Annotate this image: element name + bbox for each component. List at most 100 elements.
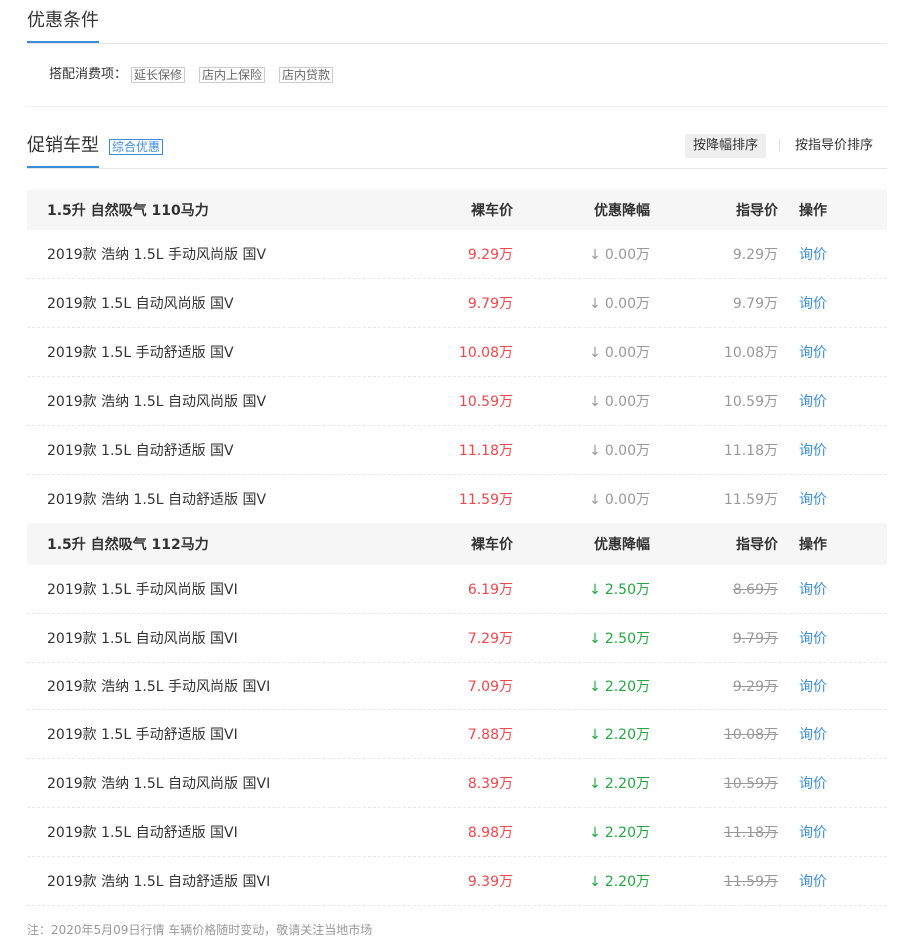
row-discount: ↓ 0.00万: [589, 394, 650, 410]
inquire-link[interactable]: 询价: [778, 342, 848, 362]
header-price: 裸车价: [471, 537, 513, 553]
group-name: 1.5升 自然吸气 110马力: [47, 203, 209, 219]
row-discount: ↓ 0.00万: [589, 345, 650, 361]
row-name: 2019款 浩纳 1.5L 自动风尚版 国V: [47, 394, 267, 410]
header-guide: 指导价: [736, 203, 778, 219]
table-row: 2019款 浩纳 1.5L 手动风尚版 国VI 7.09万 ↓ 2.20万 9.2…: [27, 663, 887, 710]
arrow-down-icon: ↓: [589, 825, 601, 841]
divider: [27, 43, 887, 44]
row-price: 8.98万: [467, 825, 513, 841]
table-row: 2019款 浩纳 1.5L 自动舒适版 国VI 9.39万 ↓ 2.20万 11.…: [27, 857, 887, 906]
table-row: 2019款 1.5L 自动风尚版 国V 9.79万 ↓ 0.00万 9.79万 询…: [27, 279, 887, 328]
row-guide: 11.59万: [723, 874, 778, 890]
row-price: 10.08万: [458, 345, 513, 361]
inquire-link[interactable]: 询价: [778, 391, 848, 411]
arrow-down-icon: ↓: [589, 776, 601, 792]
arrow-down-icon: ↓: [589, 345, 601, 361]
header-action: 操作: [799, 537, 827, 553]
inquire-link[interactable]: 询价: [778, 676, 848, 696]
row-price: 6.19万: [467, 582, 513, 598]
row-guide: 10.08万: [723, 727, 778, 743]
row-guide: 11.18万: [723, 443, 778, 459]
inquire-link[interactable]: 询价: [778, 773, 848, 793]
row-price: 9.29万: [467, 247, 513, 263]
row-price: 9.39万: [467, 874, 513, 890]
table-row: 2019款 1.5L 手动舒适版 国V 10.08万 ↓ 0.00万 10.08万…: [27, 328, 887, 377]
row-discount: ↓ 2.50万: [589, 631, 650, 647]
row-name: 2019款 浩纳 1.5L 手动风尚版 国VI: [47, 679, 271, 695]
row-discount: ↓ 0.00万: [589, 492, 650, 508]
row-name: 2019款 1.5L 手动舒适版 国V: [47, 345, 234, 361]
row-guide: 9.29万: [732, 247, 778, 263]
group-name: 1.5升 自然吸气 112马力: [47, 537, 209, 553]
row-discount: ↓ 0.00万: [589, 247, 650, 263]
row-name: 2019款 1.5L 手动风尚版 国VI: [47, 582, 238, 598]
row-price: 7.09万: [467, 679, 513, 695]
table-row: 2019款 1.5L 手动风尚版 国VI 6.19万 ↓ 2.50万 8.69万 …: [27, 565, 887, 614]
sort-by-discount-button[interactable]: 按降幅排序: [685, 134, 767, 158]
inquire-link[interactable]: 询价: [778, 628, 848, 648]
table-row: 2019款 浩纳 1.5L 自动风尚版 国V 10.59万 ↓ 0.00万 10.…: [27, 377, 887, 426]
arrow-down-icon: ↓: [589, 679, 601, 695]
arrow-down-icon: ↓: [589, 443, 601, 459]
arrow-down-icon: ↓: [589, 296, 601, 312]
conditions-title: 优惠条件: [27, 10, 99, 31]
header-discount: 优惠降幅: [594, 537, 650, 553]
row-guide: 11.18万: [723, 825, 778, 841]
tag-extended-warranty: 延长保修: [131, 67, 186, 83]
inquire-link[interactable]: 询价: [778, 489, 848, 509]
row-name: 2019款 浩纳 1.5L 自动风尚版 国VI: [47, 776, 271, 792]
row-discount: ↓ 2.20万: [589, 874, 650, 890]
row-name: 2019款 浩纳 1.5L 自动舒适版 国VI: [47, 874, 271, 890]
row-name: 2019款 1.5L 自动舒适版 国V: [47, 443, 234, 459]
row-name: 2019款 浩纳 1.5L 手动风尚版 国V: [47, 247, 267, 263]
inquire-link[interactable]: 询价: [778, 244, 848, 264]
table-row: 2019款 浩纳 1.5L 手动风尚版 国V 9.29万 ↓ 0.00万 9.29…: [27, 230, 887, 279]
group-header: 1.5升 自然吸气 110马力 裸车价 优惠降幅 指导价 操作: [27, 190, 887, 230]
promo-title: 促销车型: [27, 135, 99, 156]
row-price: 7.29万: [467, 631, 513, 647]
row-name: 2019款 1.5L 自动风尚版 国VI: [47, 631, 238, 647]
row-discount: ↓ 2.20万: [589, 776, 650, 792]
arrow-down-icon: ↓: [589, 247, 601, 263]
inquire-link[interactable]: 询价: [778, 822, 848, 842]
header-action: 操作: [799, 203, 827, 219]
header-price: 裸车价: [471, 203, 513, 219]
row-name: 2019款 1.5L 手动舒适版 国VI: [47, 727, 238, 743]
row-price: 8.39万: [467, 776, 513, 792]
inquire-link[interactable]: 询价: [778, 724, 848, 744]
row-discount: ↓ 0.00万: [589, 443, 650, 459]
arrow-down-icon: ↓: [589, 874, 601, 890]
row-guide: 9.29万: [732, 679, 778, 695]
arrow-down-icon: ↓: [589, 727, 601, 743]
arrow-down-icon: ↓: [589, 394, 601, 410]
table-row: 2019款 浩纳 1.5L 自动舒适版 国V 11.59万 ↓ 0.00万 11.…: [27, 475, 887, 523]
row-price: 10.59万: [458, 394, 513, 410]
row-price: 11.18万: [458, 443, 513, 459]
tag-in-store-insurance: 店内上保险: [199, 67, 266, 83]
group-header: 1.5升 自然吸气 112马力 裸车价 优惠降幅 指导价 操作: [27, 523, 887, 565]
row-guide: 9.79万: [732, 631, 778, 647]
inquire-link[interactable]: 询价: [778, 579, 848, 599]
row-price: 7.88万: [467, 727, 513, 743]
footer-note: 注：2020年5月09日行情 车辆价格随时变动，敬请关注当地市场: [27, 923, 373, 937]
sort-by-guide-price-button[interactable]: 按指导价排序: [795, 134, 873, 158]
divider: [27, 106, 887, 107]
inquire-link[interactable]: 询价: [778, 871, 848, 891]
inquire-link[interactable]: 询价: [778, 440, 848, 460]
row-discount: ↓ 0.00万: [589, 296, 650, 312]
divider: [27, 168, 887, 169]
row-price: 11.59万: [458, 492, 513, 508]
row-name: 2019款 浩纳 1.5L 自动舒适版 国V: [47, 492, 267, 508]
tag-in-store-loan: 店内贷款: [279, 67, 334, 83]
inquire-link[interactable]: 询价: [778, 293, 848, 313]
table-row: 2019款 1.5L 自动风尚版 国VI 7.29万 ↓ 2.50万 9.79万 …: [27, 614, 887, 663]
arrow-down-icon: ↓: [589, 631, 601, 647]
arrow-down-icon: ↓: [589, 492, 601, 508]
header-guide: 指导价: [736, 537, 778, 553]
header-discount: 优惠降幅: [594, 203, 650, 219]
row-guide: 8.69万: [732, 582, 778, 598]
row-guide: 11.59万: [723, 492, 778, 508]
promo-badge[interactable]: 综合优惠: [109, 139, 164, 155]
row-discount: ↓ 2.20万: [589, 727, 650, 743]
